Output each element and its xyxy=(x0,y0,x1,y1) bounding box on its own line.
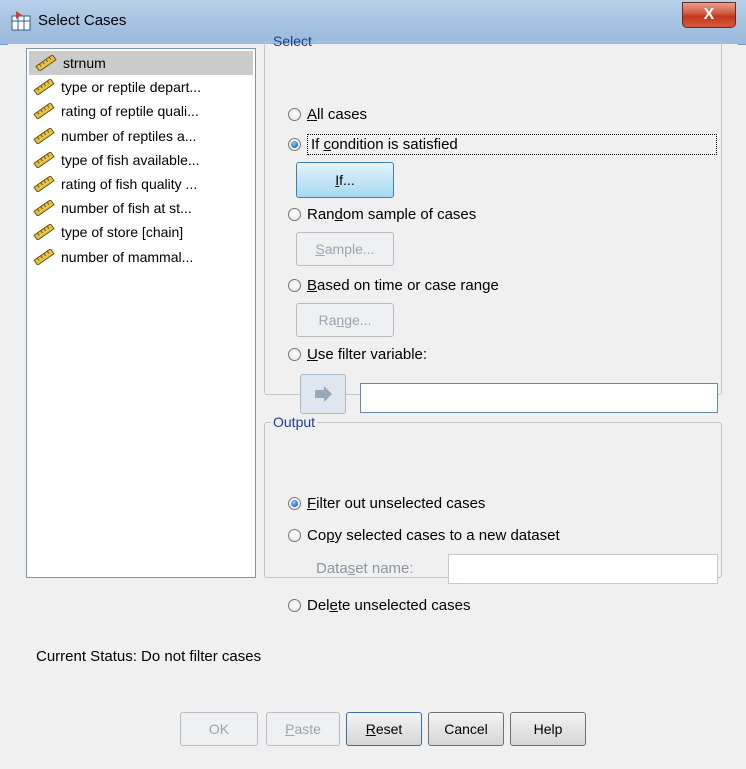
time-range-label: Based on time or case range xyxy=(307,276,499,294)
range-button[interactable]: Range... xyxy=(296,303,394,337)
radio-copy-dataset[interactable] xyxy=(288,528,301,542)
paste-button[interactable]: Paste xyxy=(266,712,340,746)
current-status: Current Status: Do not filter cases xyxy=(36,648,262,665)
variable-item[interactable]: strnum xyxy=(29,51,253,76)
scale-variable-icon xyxy=(35,55,57,71)
move-variable-button[interactable] xyxy=(300,374,346,414)
all-cases-label: All cases xyxy=(307,105,368,123)
variable-list[interactable]: strnum type or reptile depart... rating of… xyxy=(26,48,256,578)
help-button[interactable]: Help xyxy=(510,712,586,746)
variable-label: rating of reptile quali... xyxy=(61,103,199,120)
radio-time-range[interactable] xyxy=(288,278,301,292)
radio-filter-out[interactable] xyxy=(288,496,301,510)
filter-out-label: Filter out unselected cases xyxy=(307,494,486,512)
arrow-right-icon xyxy=(315,386,332,402)
radio-if-condition[interactable] xyxy=(288,137,301,151)
dataset-name-field[interactable] xyxy=(448,554,718,584)
close-button[interactable]: X xyxy=(682,2,736,28)
variable-label: number of fish at st... xyxy=(61,200,192,217)
dataset-name-label: Dataset name: xyxy=(316,560,414,577)
variable-item[interactable]: rating of fish quality ... xyxy=(27,172,255,196)
filter-variable-radio[interactable]: Use filter variable: xyxy=(288,343,427,365)
cancel-button[interactable]: Cancel xyxy=(428,712,504,746)
random-sample-radio[interactable]: Random sample of cases xyxy=(288,203,476,225)
output-legend: Output xyxy=(273,414,316,430)
scale-variable-icon xyxy=(33,200,55,217)
ok-button[interactable]: OK xyxy=(180,712,258,746)
scale-variable-icon xyxy=(33,248,55,265)
all-cases-radio[interactable]: All cases xyxy=(288,103,367,125)
window-title: Select Cases xyxy=(38,12,127,29)
copy-dataset-radio[interactable]: Copy selected cases to a new dataset xyxy=(288,524,560,546)
scale-variable-icon xyxy=(33,103,55,120)
variable-label: type of store [chain] xyxy=(61,224,184,241)
variable-label: number of reptiles a... xyxy=(61,127,197,144)
radio-random-sample[interactable] xyxy=(288,207,301,221)
filter-variable-field[interactable] xyxy=(360,383,718,413)
radio-delete-unselected[interactable] xyxy=(288,598,301,612)
reset-button[interactable]: Reset xyxy=(346,712,422,746)
select-cases-dialog: Select Cases X strnum type or reptile dep… xyxy=(0,0,746,769)
scale-variable-icon xyxy=(33,127,55,144)
variable-label: number of mammal... xyxy=(61,248,194,265)
variable-label: type of fish available... xyxy=(61,151,200,168)
if-condition-label: If condition is satisfied xyxy=(307,133,717,155)
variable-label: rating of fish quality ... xyxy=(61,175,198,192)
filter-variable-label: Use filter variable: xyxy=(307,345,428,363)
variable-item[interactable]: rating of reptile quali... xyxy=(27,99,255,123)
scale-variable-icon xyxy=(33,224,55,241)
variable-item[interactable]: number of reptiles a... xyxy=(27,124,255,148)
radio-all-cases[interactable] xyxy=(288,107,301,121)
spss-app-icon xyxy=(11,11,31,31)
scale-variable-icon xyxy=(33,175,55,192)
delete-unselected-radio[interactable]: Delete unselected cases xyxy=(288,594,470,616)
variable-item[interactable]: type of fish available... xyxy=(27,148,255,172)
variable-item[interactable]: type of store [chain] xyxy=(27,220,255,244)
sample-button[interactable]: Sample... xyxy=(296,232,394,266)
scale-variable-icon xyxy=(33,79,55,96)
random-sample-label: Random sample of cases xyxy=(307,205,477,223)
if-condition-radio[interactable]: If condition is satisfied xyxy=(288,133,717,155)
close-icon: X xyxy=(703,6,715,23)
copy-dataset-label: Copy selected cases to a new dataset xyxy=(307,526,560,544)
time-range-radio[interactable]: Based on time or case range xyxy=(288,274,499,296)
variable-label: type or reptile depart... xyxy=(61,79,202,96)
radio-filter-variable[interactable] xyxy=(288,347,301,361)
scale-variable-icon xyxy=(33,151,55,168)
variable-item[interactable]: number of mammal... xyxy=(27,245,255,269)
filter-out-radio[interactable]: Filter out unselected cases xyxy=(288,492,485,514)
if-button[interactable]: If... xyxy=(296,162,394,198)
variable-item[interactable]: number of fish at st... xyxy=(27,196,255,220)
select-legend: Select xyxy=(273,33,312,49)
variable-item[interactable]: type or reptile depart... xyxy=(27,75,255,99)
variable-label: strnum xyxy=(63,55,106,71)
delete-unselected-label: Delete unselected cases xyxy=(307,596,471,614)
